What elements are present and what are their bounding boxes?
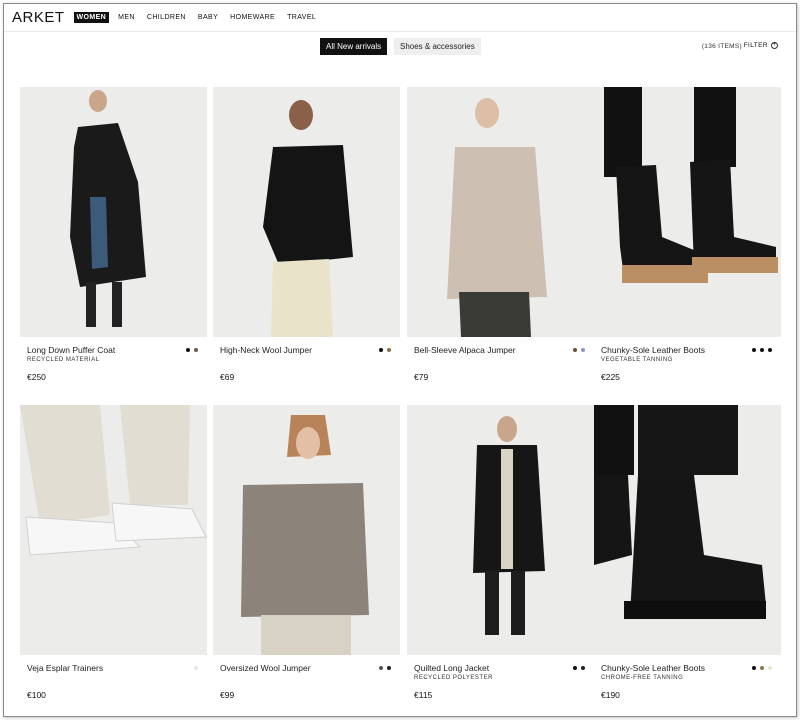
color-swatch[interactable]	[194, 348, 198, 352]
product-info: Bell-Sleeve Alpaca Jumper €79	[407, 337, 594, 401]
product-card[interactable]: Oversized Wool Jumper €99	[213, 405, 400, 716]
top-navigation: ARKET WOMEN MEN CHILDREN BABY HOMEWARE T…	[4, 4, 796, 32]
quilted-jacket-illustration	[407, 405, 594, 655]
browser-window: ARKET WOMEN MEN CHILDREN BABY HOMEWARE T…	[3, 3, 797, 717]
nav-women[interactable]: WOMEN	[73, 12, 110, 23]
leather-boots-image[interactable]	[594, 87, 781, 337]
filter-button[interactable]: FILTER +	[744, 42, 778, 49]
color-swatch[interactable]	[581, 348, 585, 352]
product-info: Chunky-Sole Leather Boots CHROME-FREE TA…	[594, 655, 781, 716]
trainers-illustration	[20, 405, 207, 655]
product-tag	[213, 675, 400, 684]
items-count: (136 ITEMS)	[701, 43, 742, 50]
wool-jumper-illustration	[213, 87, 400, 337]
color-swatches	[752, 666, 772, 670]
leather-boots-illustration	[594, 87, 781, 337]
chip-shoes-accessories[interactable]: Shoes & accessories	[394, 38, 481, 55]
color-swatch[interactable]	[760, 348, 764, 352]
color-swatch[interactable]	[573, 348, 577, 352]
color-swatch[interactable]	[387, 348, 391, 352]
product-tag: VEGETABLE TANNING	[601, 357, 673, 363]
trainers-image[interactable]	[20, 405, 207, 655]
color-swatch[interactable]	[752, 348, 756, 352]
product-card[interactable]: Chunky-Sole Leather Boots CHROME-FREE TA…	[594, 405, 781, 716]
product-info: Oversized Wool Jumper €99	[213, 655, 400, 716]
color-swatches	[573, 666, 585, 670]
product-name[interactable]: Veja Esplar Trainers	[20, 663, 207, 675]
product-info: Long Down Puffer Coat RECYCLED MATERIAL …	[20, 337, 207, 401]
alpaca-jumper-image[interactable]	[407, 87, 594, 337]
product-price: €225	[601, 372, 620, 382]
chelsea-boots-image[interactable]	[594, 405, 781, 655]
color-swatches	[379, 348, 391, 352]
chelsea-boots-illustration	[594, 405, 781, 655]
product-price: €100	[27, 690, 46, 700]
wool-jumper-image[interactable]	[213, 87, 400, 337]
product-info: Chunky-Sole Leather Boots VEGETABLE TANN…	[594, 337, 781, 401]
color-swatch[interactable]	[752, 666, 756, 670]
color-swatch[interactable]	[768, 666, 772, 670]
color-swatches	[186, 348, 198, 352]
filter-bar: All New arrivals Shoes & accessories (13…	[4, 38, 796, 56]
quilted-jacket-image[interactable]	[407, 405, 594, 655]
color-swatch[interactable]	[379, 666, 383, 670]
color-swatches	[194, 666, 198, 670]
product-price: €250	[27, 372, 46, 382]
color-swatch[interactable]	[760, 666, 764, 670]
color-swatches	[573, 348, 585, 352]
arket-logo[interactable]: ARKET	[12, 9, 65, 26]
oversized-jumper-image[interactable]	[213, 405, 400, 655]
nav-homeware[interactable]: HOMEWARE	[227, 12, 278, 23]
product-tag	[407, 357, 594, 366]
product-name[interactable]: High-Neck Wool Jumper	[213, 345, 400, 357]
product-name[interactable]: Long Down Puffer Coat	[20, 345, 207, 357]
product-price: €99	[220, 690, 235, 700]
filter-label: FILTER	[743, 42, 768, 49]
nav-baby[interactable]: BABY	[195, 12, 221, 23]
product-info: Quilted Long Jacket RECYCLED POLYESTER €…	[407, 655, 594, 716]
product-card[interactable]: Long Down Puffer Coat RECYCLED MATERIAL …	[20, 87, 207, 401]
color-swatch[interactable]	[768, 348, 772, 352]
product-name[interactable]: Quilted Long Jacket	[407, 663, 594, 675]
nav-travel[interactable]: TRAVEL	[284, 12, 319, 23]
oversized-jumper-illustration	[213, 405, 400, 655]
product-card[interactable]: Chunky-Sole Leather Boots VEGETABLE TANN…	[594, 87, 781, 401]
product-tag: RECYCLED POLYESTER	[414, 675, 493, 681]
color-swatches	[379, 666, 391, 670]
plus-icon: +	[771, 42, 778, 49]
product-price: €115	[414, 690, 433, 700]
product-info: High-Neck Wool Jumper €69	[213, 337, 400, 401]
product-price: €190	[601, 690, 620, 700]
color-swatch[interactable]	[581, 666, 585, 670]
color-swatch[interactable]	[573, 666, 577, 670]
product-price: €79	[414, 372, 429, 382]
alpaca-jumper-illustration	[407, 87, 594, 337]
color-swatch[interactable]	[186, 348, 190, 352]
category-nav: WOMEN MEN CHILDREN BABY HOMEWARE TRAVEL	[73, 12, 320, 23]
product-name[interactable]: Bell-Sleeve Alpaca Jumper	[407, 345, 594, 357]
puffer-coat-image[interactable]	[20, 87, 207, 337]
product-price: €69	[220, 372, 235, 382]
product-tag: RECYCLED MATERIAL	[27, 357, 100, 363]
product-info: Veja Esplar Trainers €100	[20, 655, 207, 716]
product-name[interactable]: Oversized Wool Jumper	[213, 663, 400, 675]
product-card[interactable]: High-Neck Wool Jumper €69	[213, 87, 400, 401]
nav-men[interactable]: MEN	[115, 12, 138, 23]
product-tag: CHROME-FREE TANNING	[601, 675, 684, 681]
product-tag	[20, 675, 207, 684]
product-card[interactable]: Veja Esplar Trainers €100	[20, 405, 207, 716]
product-card[interactable]: Bell-Sleeve Alpaca Jumper €79	[407, 87, 594, 401]
color-swatch[interactable]	[194, 666, 198, 670]
product-card[interactable]: Quilted Long Jacket RECYCLED POLYESTER €…	[407, 405, 594, 716]
color-swatch[interactable]	[379, 348, 383, 352]
nav-children[interactable]: CHILDREN	[144, 12, 189, 23]
puffer-coat-illustration	[20, 87, 207, 337]
color-swatch[interactable]	[387, 666, 391, 670]
product-tag	[213, 357, 400, 366]
chip-all-new-arrivals[interactable]: All New arrivals	[320, 38, 388, 55]
color-swatches	[752, 348, 772, 352]
